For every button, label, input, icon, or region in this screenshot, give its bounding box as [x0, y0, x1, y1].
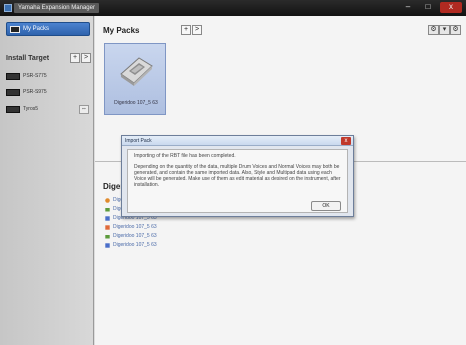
dialog-body: Importing of the RBT file has been compl… [127, 149, 348, 213]
device-name: PSR-S775 [23, 73, 47, 79]
app-icon [4, 4, 12, 12]
keyboard-icon [10, 25, 20, 33]
device-item[interactable]: PSR-S775 [6, 70, 47, 82]
device-item[interactable]: Tyros5 [6, 103, 38, 115]
dialog-titlebar: Import Pack x [122, 136, 353, 146]
dialog-title: Import Pack [125, 138, 152, 144]
device-item[interactable]: PSR-S975 [6, 86, 47, 98]
import-pack-dialog: Import Pack x Importing of the RBT file … [121, 135, 354, 217]
list-item-label: Digeridoo 107_5 63 [113, 224, 157, 230]
options-button[interactable]: ⚙ [450, 25, 461, 35]
pack-menu-button[interactable]: > [192, 25, 202, 35]
pack-tile[interactable]: Digeridoo 107_5 63 [104, 43, 166, 115]
maximize-button[interactable]: □ [420, 2, 436, 13]
drum-icon [105, 207, 110, 211]
list-item[interactable]: Digeridoo 107_5 63 [105, 232, 157, 240]
sidebar-item-label: My Packs [23, 26, 50, 32]
grid-icon [105, 242, 110, 248]
target-menu-button[interactable]: > [81, 53, 91, 63]
device-sync-button[interactable]: ⇔ [79, 105, 89, 114]
device-name: Tyros5 [23, 106, 39, 112]
pack-name: Digeridoo 107_5 63 [114, 100, 158, 106]
dialog-close-button[interactable]: x [341, 137, 351, 145]
drum-icon [105, 234, 110, 238]
list-item-label: Digeridoo 107_5 63 [113, 233, 157, 239]
window-title: Yamaha Expansion Manager [14, 3, 99, 13]
grid-icon [105, 224, 110, 230]
keyboard-icon [6, 72, 20, 80]
pack-graphic-icon [120, 57, 153, 86]
dialog-message-primary: Importing of the RBT file has been compl… [134, 153, 236, 159]
dialog-message-detail: Depending on the quantity of the data, m… [134, 164, 341, 188]
sidebar: My Packs Install Target + > PSR-S775 PSR… [0, 16, 94, 345]
close-window-button[interactable]: x [440, 2, 462, 13]
view-dropdown-button[interactable]: ▾ [439, 25, 450, 35]
page-title: My Packs [103, 26, 140, 35]
add-target-button[interactable]: + [70, 53, 80, 63]
window-titlebar: Yamaha Expansion Manager – □ x [0, 0, 466, 16]
minimize-button[interactable]: – [400, 2, 416, 13]
device-name: PSR-S975 [23, 89, 47, 95]
keyboard-icon [6, 105, 20, 113]
voice-icon [105, 197, 110, 203]
grid-icon [105, 215, 110, 221]
sidebar-item-my-packs[interactable]: My Packs [6, 22, 90, 36]
settings-button[interactable]: ⚙ [428, 25, 439, 35]
list-item-label: Digeridoo 107_5 63 [113, 242, 157, 248]
add-pack-button[interactable]: + [181, 25, 191, 35]
install-target-label: Install Target [6, 55, 50, 62]
list-item[interactable]: Digeridoo 107_5 63 [105, 223, 157, 231]
ok-button[interactable]: OK [311, 201, 341, 211]
list-item[interactable]: Digeridoo 107_5 63 [105, 241, 157, 249]
keyboard-icon [6, 88, 20, 96]
